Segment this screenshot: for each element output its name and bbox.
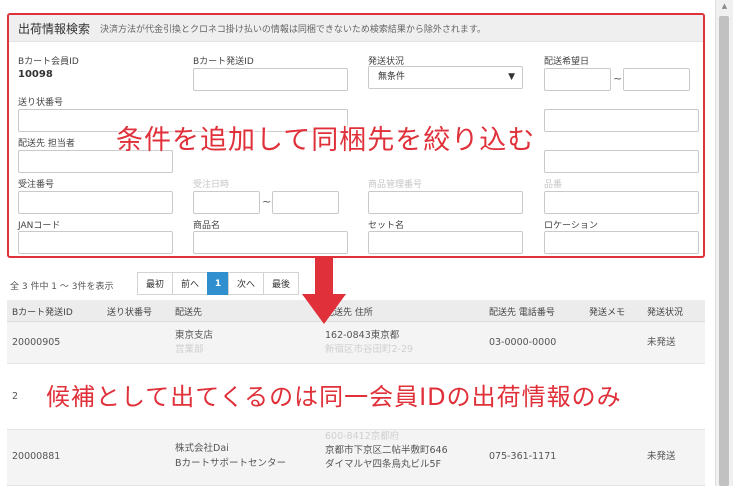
table-row[interactable]: 20000905 東京支店 営業部 162-0843東京都 新宿区市谷田町2-2… xyxy=(7,322,705,364)
chevron-down-icon: ▼ xyxy=(508,72,515,82)
part-no-input[interactable] xyxy=(544,191,699,214)
order-no-label: 受注番号 xyxy=(18,180,55,190)
page-last-button[interactable]: 最後 xyxy=(263,272,300,295)
th-memo: 発送メモ xyxy=(589,308,626,318)
th-destination: 配送先 xyxy=(175,308,203,318)
shipping-id-input[interactable] xyxy=(193,68,348,91)
scroll-up-icon[interactable]: ▲ xyxy=(716,2,733,14)
page-first-button[interactable]: 最初 xyxy=(137,272,174,295)
product-name-input[interactable] xyxy=(193,231,348,254)
part-no-label: 品番 xyxy=(544,180,563,190)
location-label: ロケーション xyxy=(544,221,598,231)
page-prev-button[interactable]: 前へ xyxy=(172,272,209,295)
cell-destination: 株式会社Dai xyxy=(175,443,229,454)
th-tracking: 送り状番号 xyxy=(107,308,153,318)
page-1-button[interactable]: 1 xyxy=(207,272,230,295)
cell-phone: 075-361-1171 xyxy=(489,451,557,462)
cell-address: 600-8412京都府 xyxy=(325,431,400,442)
jan-label: JANコード xyxy=(18,221,61,231)
cell-address: 162-0843東京都 xyxy=(325,330,400,341)
cell-phone: 03-0000-0000 xyxy=(489,337,557,348)
cell-address-sub: 新宿区市谷田町2-29 xyxy=(325,344,414,355)
row3-right-input[interactable] xyxy=(544,150,699,173)
search-panel-header: 出荷情報検索 決済方法が代金引換とクロネコ掛け払いの情報は同梱できないため検索結… xyxy=(9,15,703,42)
order-date-from-input[interactable] xyxy=(193,191,260,214)
cell-address-sub: 京都市下京区二帖半敷町646 xyxy=(325,445,448,456)
search-panel-note: 決済方法が代金引換とクロネコ掛け払いの情報は同梱できないため検索結果から除外され… xyxy=(100,24,486,35)
recipient-label: 配送先 担当者 xyxy=(18,139,75,149)
th-status: 発送状況 xyxy=(647,308,684,318)
desired-date-label: 配送希望日 xyxy=(544,57,590,67)
member-id-value: 10098 xyxy=(18,69,53,80)
tracking-label: 送り状番号 xyxy=(18,98,64,108)
search-panel-title: 出荷情報検索 xyxy=(18,21,91,36)
desired-date-from-input[interactable] xyxy=(544,68,611,91)
row2-right-input[interactable] xyxy=(544,109,699,132)
order-no-input[interactable] xyxy=(18,191,173,214)
product-name-label: 商品名 xyxy=(193,221,221,231)
callout-bottom: 候補として出てくるのは同一会員IDの出荷情報のみ xyxy=(46,383,622,411)
cell-status: 未発送 xyxy=(647,451,676,462)
cell-shipping-id: 20000905 xyxy=(12,337,61,348)
ship-status-value: 無条件 xyxy=(378,72,406,82)
down-arrow-icon xyxy=(302,258,346,324)
cell-destination-sub: Bカートサポートセンター xyxy=(175,458,287,469)
order-date-sep: ~ xyxy=(262,195,272,208)
cell-status: 未発送 xyxy=(647,337,676,348)
cell-destination: 東京支店 xyxy=(175,330,214,341)
member-id-label: Bカート会員ID xyxy=(18,57,79,67)
product-mgmt-input[interactable] xyxy=(368,191,523,214)
cell-destination-sub: 営業部 xyxy=(175,344,204,355)
location-input[interactable] xyxy=(544,231,699,254)
scrollbar-thumb[interactable] xyxy=(719,16,729,486)
set-name-label: セット名 xyxy=(368,221,405,231)
table-row[interactable]: 20000881 株式会社Dai Bカートサポートセンター 600-8412京都… xyxy=(7,430,705,486)
screen: 出荷情報検索 決済方法が代金引換とクロネコ掛け払いの情報は同梱できないため検索結… xyxy=(0,0,733,486)
order-date-label: 受注日時 xyxy=(193,180,230,190)
result-count: 全 3 件中 1 ～ 3件を表示 xyxy=(10,282,114,292)
shipping-id-label: Bカート発送ID xyxy=(193,57,254,67)
th-shipping-id: Bカート発送ID xyxy=(12,308,73,318)
ship-status-select[interactable]: 無条件 ▼ xyxy=(368,66,523,89)
product-mgmt-label: 商品管理番号 xyxy=(368,180,423,190)
desired-date-sep: ~ xyxy=(613,72,623,85)
vertical-scrollbar[interactable]: ▲ xyxy=(715,0,733,486)
cell-shipping-id: 2 xyxy=(12,391,19,402)
desired-date-to-input[interactable] xyxy=(623,68,690,91)
table-header: Bカート発送ID 送り状番号 配送先 配送先 住所 配送先 電話番号 発送メモ … xyxy=(7,300,705,322)
set-name-input[interactable] xyxy=(368,231,523,254)
pagination: 最初 前へ 1 次へ 最後 xyxy=(137,272,300,295)
jan-input[interactable] xyxy=(18,231,173,254)
cell-address-sub2: ダイマルヤ四条烏丸ビル5F xyxy=(325,459,442,470)
order-date-to-input[interactable] xyxy=(272,191,339,214)
page-next-button[interactable]: 次へ xyxy=(228,272,265,295)
callout-top: 条件を追加して同梱先を絞り込む xyxy=(116,125,536,156)
cell-shipping-id: 20000881 xyxy=(12,451,61,462)
th-phone: 配送先 電話番号 xyxy=(489,308,555,318)
